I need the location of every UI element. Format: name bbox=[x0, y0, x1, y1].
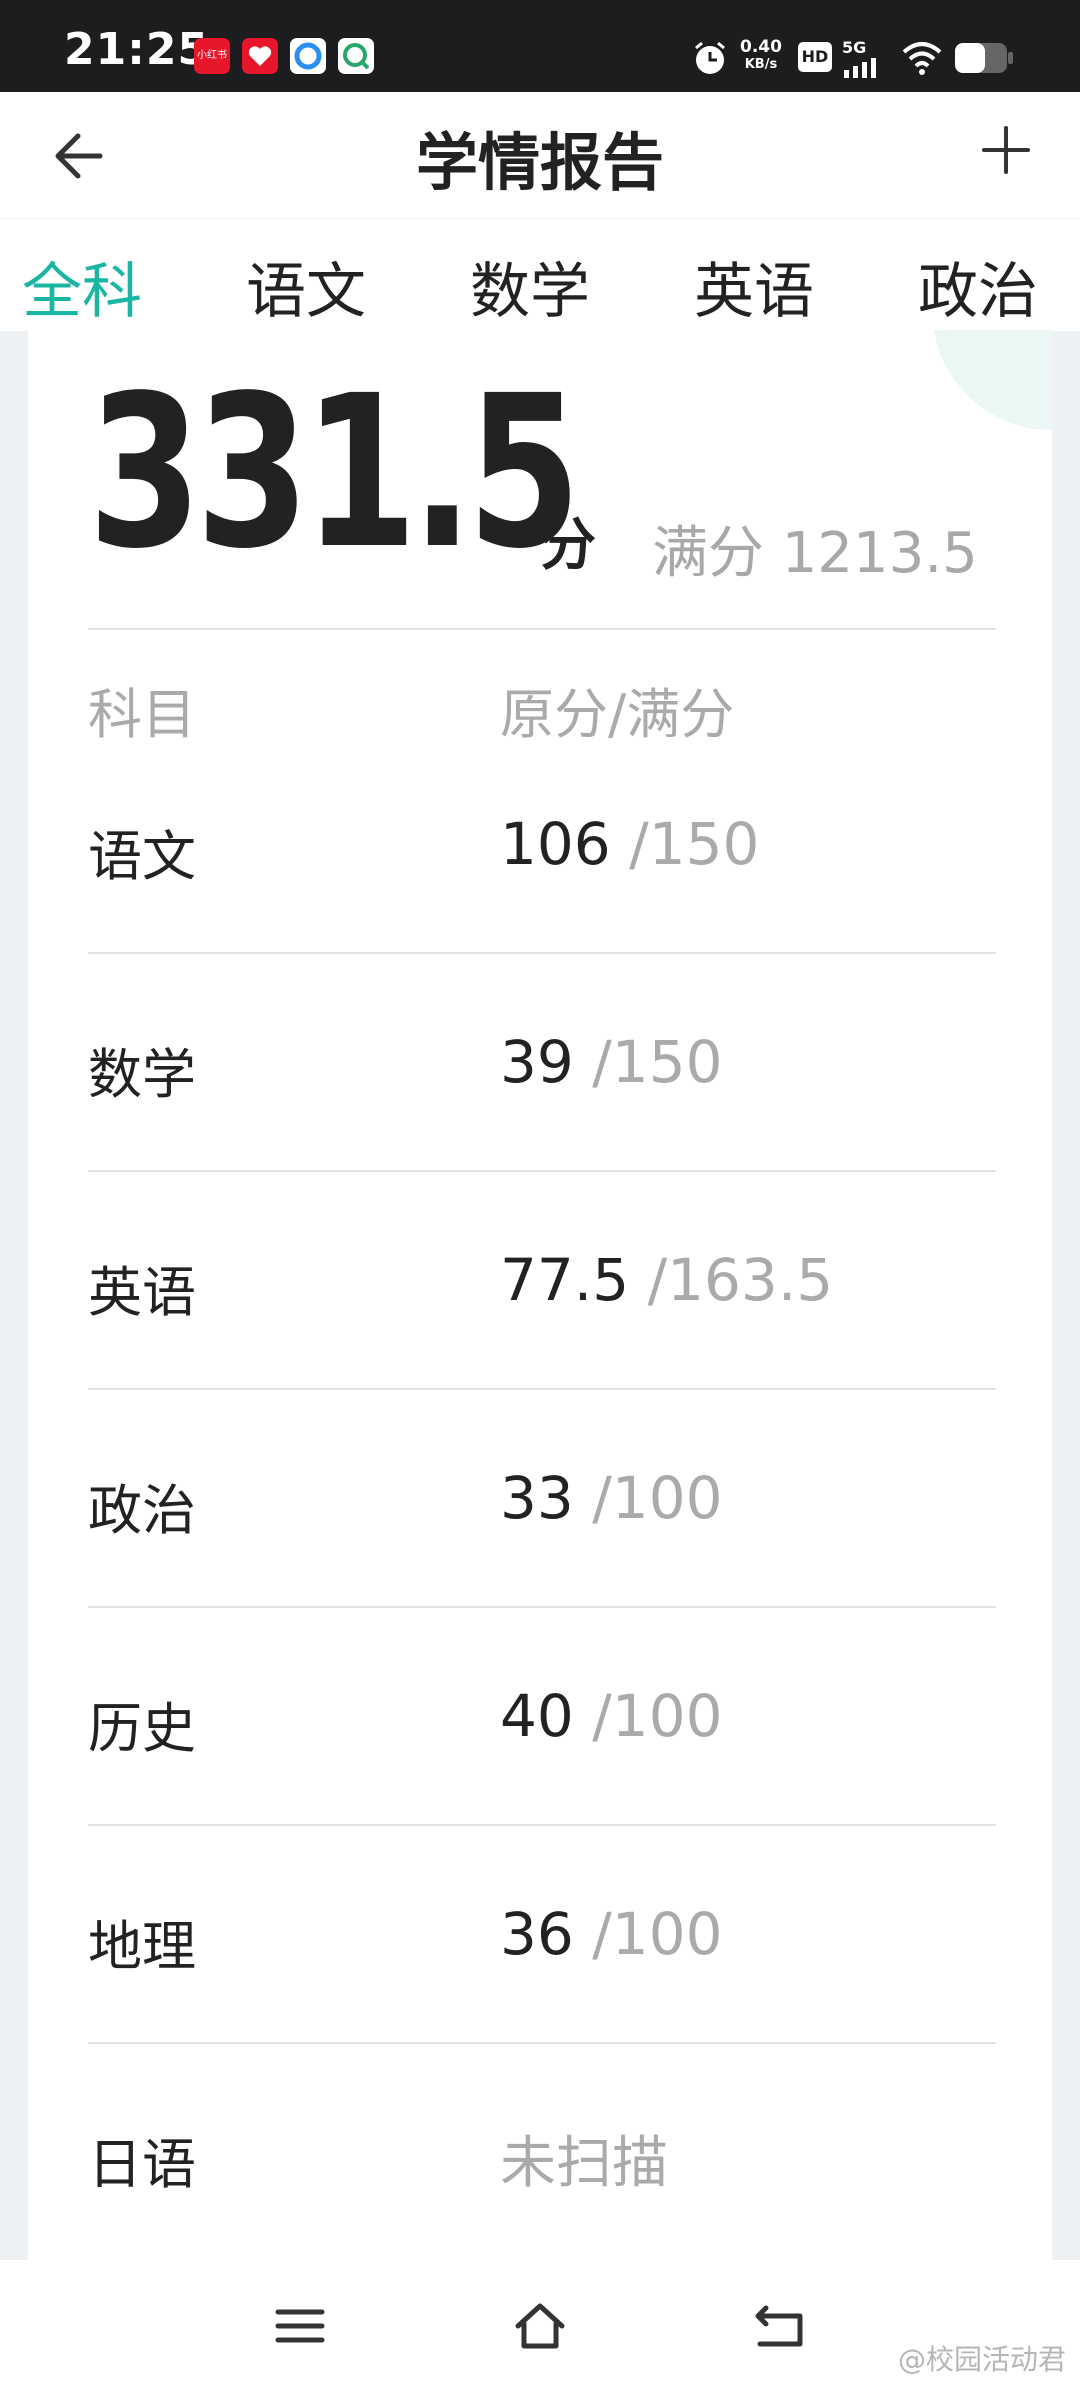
signal-5g-icon: 5G bbox=[842, 38, 876, 78]
home-icon[interactable] bbox=[510, 2296, 570, 2356]
row-score: 33 /100 bbox=[500, 1464, 723, 1532]
watermark: @校园活动君 bbox=[897, 2343, 1066, 2376]
tab-english[interactable]: 英语 bbox=[694, 243, 814, 330]
app-header: 学情报告 bbox=[0, 92, 1080, 218]
row-score: 40 /100 bbox=[500, 1682, 723, 1750]
row-subject: 英语 bbox=[88, 1261, 196, 1324]
row-divider bbox=[88, 1606, 996, 1608]
score-unit: 分 bbox=[540, 513, 596, 578]
column-header-subject: 科目 bbox=[88, 683, 196, 746]
return-icon[interactable] bbox=[750, 2296, 810, 2356]
status-bar: 21:25 小红书 0.40 KB/s HD 5G bbox=[0, 0, 1080, 92]
hd-icon: HD bbox=[798, 42, 832, 72]
row-divider bbox=[88, 2042, 996, 2044]
row-score: 77.5 /163.5 bbox=[500, 1246, 834, 1314]
heart-app-icon bbox=[242, 38, 278, 74]
subject-tabs: 全科 语文 数学 英语 政治 bbox=[0, 218, 1080, 331]
browser-icon bbox=[290, 38, 326, 74]
net-speed: 0.40 KB/s bbox=[740, 37, 782, 72]
row-score: 39 /150 bbox=[500, 1028, 723, 1096]
row-subject: 数学 bbox=[88, 1043, 196, 1106]
xiaohongshu-icon: 小红书 bbox=[194, 38, 230, 74]
total-score: 331.5 bbox=[88, 350, 581, 595]
score-card: 331.5 分 满分 1213.5 科目 原分/满分 语文 106 /150 数… bbox=[28, 330, 1052, 2260]
row-subject: 语文 bbox=[88, 825, 196, 888]
row-subject: 日语 bbox=[88, 2133, 196, 2196]
page-title: 学情报告 bbox=[415, 126, 664, 199]
divider bbox=[88, 628, 996, 630]
menu-icon[interactable] bbox=[270, 2296, 330, 2356]
row-divider bbox=[88, 1824, 996, 1826]
tab-politics[interactable]: 政治 bbox=[918, 243, 1038, 330]
row-score: 106 /150 bbox=[500, 810, 760, 878]
row-divider bbox=[88, 952, 996, 954]
row-subject: 历史 bbox=[88, 1697, 196, 1760]
row-score: 36 /100 bbox=[500, 1900, 723, 1968]
tab-chinese[interactable]: 语文 bbox=[246, 243, 366, 330]
status-time: 21:25 bbox=[64, 24, 210, 75]
row-divider bbox=[88, 1170, 996, 1172]
tab-all[interactable]: 全科 bbox=[22, 243, 142, 330]
row-subject: 地理 bbox=[88, 1915, 196, 1978]
full-score: 满分 1213.5 bbox=[652, 521, 978, 586]
tab-math[interactable]: 数学 bbox=[470, 243, 590, 330]
row-score: 未扫描 bbox=[500, 2131, 668, 2196]
battery-icon bbox=[955, 43, 1013, 73]
plus-icon[interactable] bbox=[976, 120, 1036, 180]
row-subject: 政治 bbox=[88, 1479, 196, 1542]
wifi-icon bbox=[902, 42, 942, 75]
card-decoration bbox=[932, 330, 1052, 430]
chat-app-icon bbox=[338, 38, 374, 74]
row-divider bbox=[88, 1388, 996, 1390]
column-header-score: 原分/满分 bbox=[500, 683, 735, 746]
alarm-icon bbox=[695, 41, 725, 74]
